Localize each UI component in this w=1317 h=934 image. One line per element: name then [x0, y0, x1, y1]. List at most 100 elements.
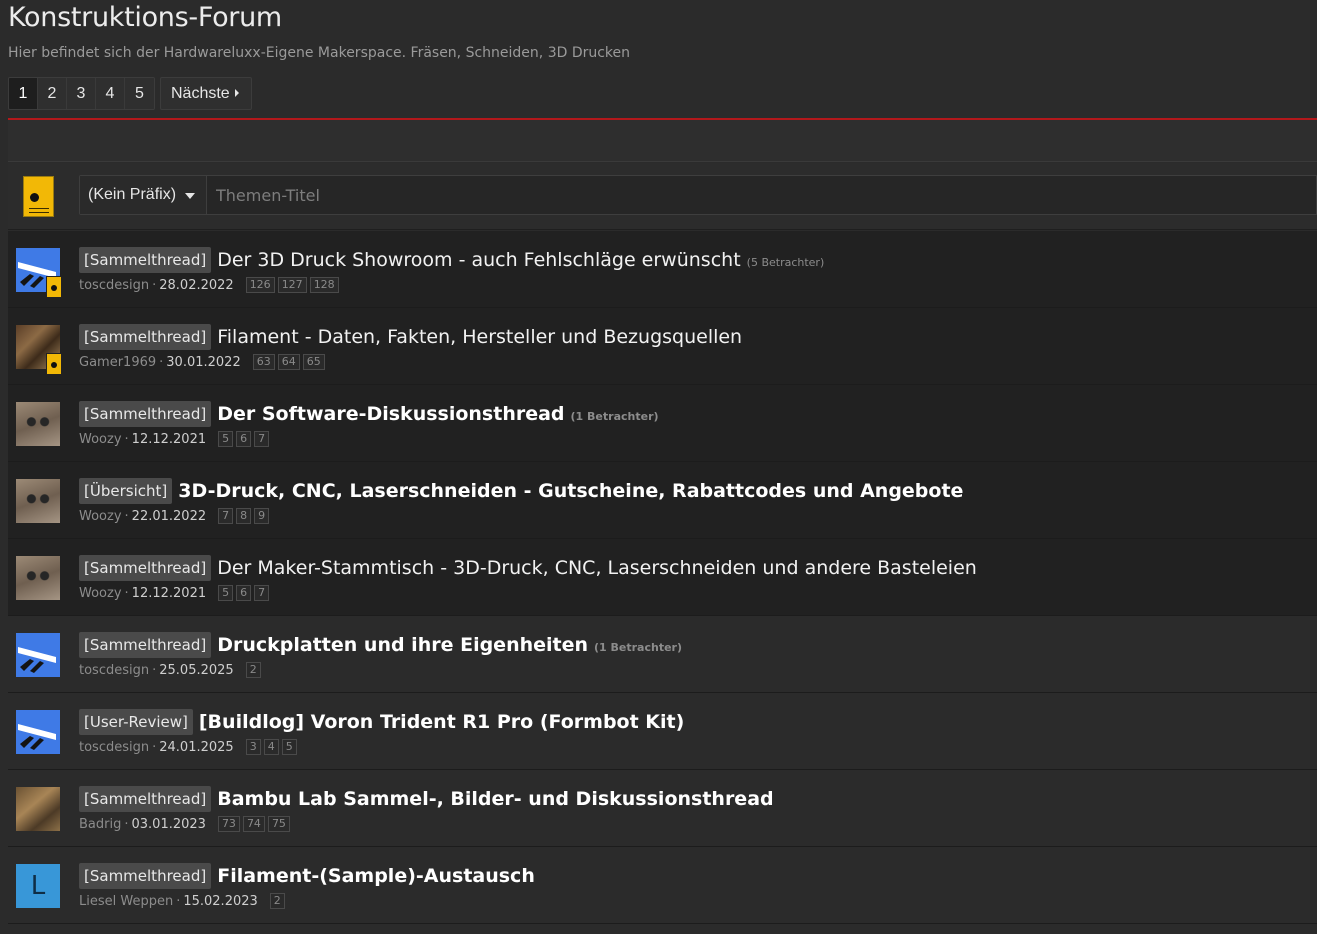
thread-title-link[interactable]: [Buildlog] Voron Trident R1 Pro (Formbot…: [199, 711, 684, 733]
thread-page-link[interactable]: 9: [254, 508, 270, 524]
thread-page-jump: 63 64 65: [252, 354, 328, 370]
thread-start-date[interactable]: 28.02.2022: [159, 278, 233, 293]
thread-page-link[interactable]: 6: [236, 431, 252, 447]
thread-page-link[interactable]: 2: [245, 662, 261, 678]
thread-page-link[interactable]: 5: [218, 585, 234, 601]
thread-page-link[interactable]: 7: [254, 431, 270, 447]
author-avatar[interactable]: [16, 556, 60, 600]
thread-start-date[interactable]: 22.01.2022: [132, 509, 206, 524]
author-avatar[interactable]: L: [16, 864, 60, 908]
thread-page-jump: 567: [218, 585, 272, 601]
next-page-button[interactable]: Nächste: [160, 77, 252, 110]
thread-author-link[interactable]: Gamer1969: [79, 355, 156, 370]
thread-page-link[interactable]: 2: [269, 893, 285, 909]
thread-title-link[interactable]: Bambu Lab Sammel-, Bilder- und Diskussio…: [217, 788, 773, 810]
thread-title-input[interactable]: [208, 176, 1308, 214]
thread-title-link[interactable]: Der 3D Druck Showroom - auch Fehlschläge…: [217, 249, 740, 271]
thread-title-line: [Sammelthread] Druckplatten und ihre Eige…: [79, 632, 682, 658]
thread-meta: toscdesign · 24.01.2025 3 4 5: [79, 739, 300, 755]
thread-start-date[interactable]: 12.12.2021: [132, 586, 206, 601]
thread-prefix-label[interactable]: [Sammelthread]: [79, 324, 212, 350]
thread-page-link[interactable]: 65: [302, 354, 325, 370]
thread-title-field: (Kein Präfix): [79, 175, 1317, 215]
page-link-2[interactable]: 2: [38, 78, 67, 109]
thread-prefix-label[interactable]: [User-Review]: [79, 709, 193, 735]
thread-meta: Badrig · 03.01.2023 73 74 75: [79, 816, 293, 832]
thread-page-link[interactable]: 5: [218, 431, 234, 447]
pagination: 1 2 3 4 5 Nächste: [8, 77, 252, 110]
thread-author-link[interactable]: Woozy: [79, 509, 122, 524]
author-avatar[interactable]: [16, 479, 60, 523]
thread-page-link[interactable]: 6: [236, 585, 252, 601]
meta-separator: ·: [124, 585, 129, 601]
thread-page-link[interactable]: 63: [252, 354, 275, 370]
thread-page-link[interactable]: 128: [309, 277, 339, 293]
meta-separator: ·: [124, 816, 129, 832]
thread-page-link[interactable]: 75: [267, 816, 290, 832]
meta-separator: ·: [124, 508, 129, 524]
thread-author-link[interactable]: toscdesign: [79, 278, 149, 293]
thread-page-link[interactable]: 4: [263, 739, 279, 755]
page-link-1[interactable]: 1: [9, 78, 38, 109]
author-avatar[interactable]: [16, 787, 60, 831]
thread-page-link[interactable]: 3: [245, 739, 261, 755]
thread-meta: Woozy · 12.12.2021 5 6 7: [79, 431, 272, 447]
thread-page-jump: 2: [269, 893, 288, 909]
thread-author-link[interactable]: Woozy: [79, 586, 122, 601]
thread-prefix-label[interactable]: [Sammelthread]: [79, 401, 212, 427]
thread-prefix-label[interactable]: [Sammelthread]: [79, 555, 212, 581]
thread-start-date[interactable]: 30.01.2022: [166, 355, 240, 370]
thread-page-link[interactable]: 5: [281, 739, 297, 755]
thread-title-link[interactable]: Druckplatten und ihre Eigenheiten: [217, 634, 588, 656]
thread-page-link[interactable]: 73: [217, 816, 240, 832]
page-link-5[interactable]: 5: [125, 78, 154, 109]
thread-page-link[interactable]: 7: [254, 585, 270, 601]
thread-start-date[interactable]: 12.12.2021: [132, 432, 206, 447]
meta-separator: ·: [152, 277, 157, 293]
thread-page-link[interactable]: 8: [236, 508, 252, 524]
thread-title-link[interactable]: Filament - Daten, Fakten, Hersteller und…: [217, 326, 742, 348]
meta-separator: ·: [152, 739, 157, 755]
thread-title-line: [Sammelthread] Der Maker-Stammtisch - 3D-…: [79, 555, 977, 581]
page-link-4[interactable]: 4: [96, 78, 125, 109]
thread-author-link[interactable]: Badrig: [79, 817, 121, 832]
thread-start-date[interactable]: 24.01.2025: [159, 740, 233, 755]
prefix-select-label: (Kein Präfix): [88, 186, 177, 203]
thread-page-jump: 73 74 75: [217, 816, 293, 832]
quick-thread-form: (Kein Präfix): [8, 163, 1317, 230]
thread-page-jump: 345: [245, 739, 300, 755]
thread-prefix-label[interactable]: [Sammelthread]: [79, 786, 212, 812]
user-avatar[interactable]: [23, 176, 54, 217]
thread-title-link[interactable]: Der Software-Diskussionsthread: [217, 403, 564, 425]
thread-page-link[interactable]: 7: [218, 508, 234, 524]
thread-prefix-label[interactable]: [Sammelthread]: [79, 863, 212, 889]
thread-author-link[interactable]: Liesel Weppen: [79, 894, 173, 909]
thread-meta: toscdesign · 28.02.2022 126 127 128: [79, 277, 342, 293]
thread-title-link[interactable]: Filament-(Sample)-Austausch: [217, 865, 535, 887]
page-link-3[interactable]: 3: [67, 78, 96, 109]
thread-title-link[interactable]: 3D-Druck, CNC, Laserschneiden - Gutschei…: [178, 480, 963, 502]
thread-prefix-label[interactable]: [Sammelthread]: [79, 247, 212, 273]
thread-prefix-label[interactable]: [Sammelthread]: [79, 632, 212, 658]
thread-page-link[interactable]: 127: [277, 277, 307, 293]
thread-start-date[interactable]: 25.05.2025: [159, 663, 233, 678]
thread-meta: Gamer1969 · 30.01.2022 63 64 65: [79, 354, 328, 370]
chevron-down-icon: [185, 193, 195, 199]
author-avatar[interactable]: [16, 402, 60, 446]
thread-page-link[interactable]: 74: [242, 816, 265, 832]
thread-title-link[interactable]: Der Maker-Stammtisch - 3D-Druck, CNC, La…: [217, 557, 977, 579]
thread-author-link[interactable]: Woozy: [79, 432, 122, 447]
thread-prefix-label[interactable]: [Übersicht]: [79, 478, 173, 504]
thread-start-date[interactable]: 03.01.2023: [132, 817, 206, 832]
author-avatar[interactable]: [16, 633, 60, 677]
prefix-select[interactable]: (Kein Präfix): [80, 176, 207, 214]
thread-page-link[interactable]: 64: [277, 354, 300, 370]
author-avatar[interactable]: [16, 710, 60, 754]
thread-start-date[interactable]: 15.02.2023: [183, 894, 257, 909]
avatar-text-icon: [29, 208, 49, 213]
meta-separator: ·: [152, 662, 157, 678]
thread-row: [Sammelthread] Der Maker-Stammtisch - 3D-…: [8, 539, 1317, 616]
thread-page-link[interactable]: 126: [245, 277, 275, 293]
thread-author-link[interactable]: toscdesign: [79, 740, 149, 755]
thread-author-link[interactable]: toscdesign: [79, 663, 149, 678]
